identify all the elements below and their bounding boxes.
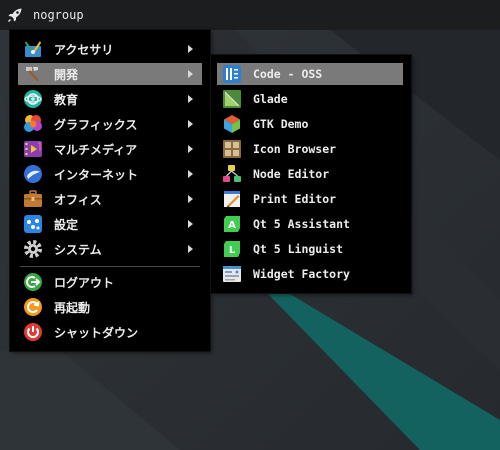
menu-item-label: 開発: [54, 67, 79, 82]
qt-assistant-icon: A: [222, 214, 242, 234]
menu-item-label: マルチメディア: [54, 142, 138, 157]
submenu-arrow-icon: [188, 145, 193, 153]
menu-item-internet[interactable]: インターネット: [18, 163, 202, 185]
menu-item-label: 教育: [54, 92, 79, 107]
menu-item-reboot[interactable]: 再起動: [18, 296, 202, 318]
submenu-arrow-icon: [188, 220, 193, 228]
menu-item-development[interactable]: 開発: [18, 63, 202, 85]
submenu-arrow-icon: [188, 120, 193, 128]
submenu-item-label: Print Editor: [253, 192, 337, 206]
logout-icon: [23, 272, 43, 292]
system-icon: [23, 239, 43, 259]
menu-item-label: 設定: [54, 217, 79, 232]
panel-title: nogroup: [33, 8, 84, 22]
menu-item-multimedia[interactable]: マルチメディア: [18, 138, 202, 160]
menu-item-accessories[interactable]: アクセサリ: [18, 38, 202, 60]
submenu-item-code-oss[interactable]: Code - OSS: [217, 63, 403, 85]
top-panel: nogroup: [0, 0, 500, 30]
development-submenu: Code - OSS Glade GTK Demo Icon Browser N…: [211, 55, 411, 293]
office-icon: [23, 189, 43, 209]
submenu-item-glade[interactable]: Glade: [217, 88, 403, 110]
menu-item-label: 再起動: [54, 300, 91, 315]
accessories-icon: [23, 39, 43, 59]
settings-icon: [23, 214, 43, 234]
menu-item-graphics[interactable]: グラフィックス: [18, 113, 202, 135]
submenu-arrow-icon: [188, 170, 193, 178]
submenu-item-widget-factory[interactable]: Widget Factory: [217, 263, 403, 285]
menu-separator: [20, 266, 200, 267]
submenu-item-gtk-demo[interactable]: GTK Demo: [217, 113, 403, 135]
print-editor-icon: [222, 189, 242, 209]
submenu-item-label: Widget Factory: [253, 267, 350, 281]
menu-item-office[interactable]: オフィス: [18, 188, 202, 210]
submenu-item-label: GTK Demo: [253, 117, 309, 131]
development-icon: [23, 64, 43, 84]
submenu-item-icon-browser[interactable]: Icon Browser: [217, 138, 403, 160]
menu-item-label: シャットダウン: [54, 325, 139, 340]
menu-item-label: ログアウト: [54, 275, 115, 290]
gtk-demo-icon: [222, 114, 242, 134]
submenu-item-label: Glade: [253, 92, 288, 106]
icon-browser-icon: [222, 139, 242, 159]
widget-factory-icon: [222, 264, 242, 284]
menu-item-logout[interactable]: ログアウト: [18, 271, 202, 293]
submenu-arrow-icon: [188, 245, 193, 253]
submenu-arrow-icon: [188, 95, 193, 103]
glade-icon: [222, 89, 242, 109]
submenu-item-node-editor[interactable]: Node Editor: [217, 163, 403, 185]
submenu-item-label: Qt 5 Linguist: [253, 242, 344, 256]
svg-text:L: L: [229, 245, 236, 256]
education-icon: [23, 89, 43, 109]
menu-item-label: アクセサリ: [54, 42, 114, 57]
submenu-item-label: Code - OSS: [253, 67, 323, 81]
menu-item-label: グラフィックス: [54, 117, 138, 132]
graphics-icon: [23, 114, 43, 134]
menu-item-label: オフィス: [54, 192, 102, 207]
submenu-item-qt-assistant[interactable]: A Qt 5 Assistant: [217, 213, 403, 235]
submenu-arrow-icon: [188, 70, 193, 78]
menu-item-education[interactable]: 教育: [18, 88, 202, 110]
menu-item-label: システム: [54, 242, 102, 257]
submenu-item-print-editor[interactable]: Print Editor: [217, 188, 403, 210]
menu-item-shutdown[interactable]: シャットダウン: [18, 321, 202, 343]
internet-icon: [23, 164, 43, 184]
code-oss-icon: [222, 64, 242, 84]
reboot-icon: [23, 297, 43, 317]
submenu-item-label: Node Editor: [253, 167, 330, 181]
svg-text:A: A: [228, 220, 236, 231]
multimedia-icon: [23, 139, 43, 159]
shutdown-icon: [23, 322, 43, 342]
rocket-icon[interactable]: [6, 6, 24, 24]
qt-linguist-icon: L: [222, 239, 242, 259]
submenu-item-qt-linguist[interactable]: L Qt 5 Linguist: [217, 238, 403, 260]
submenu-item-label: Qt 5 Assistant: [253, 217, 350, 231]
submenu-item-label: Icon Browser: [253, 142, 337, 156]
menu-item-settings[interactable]: 設定: [18, 213, 202, 235]
menu-item-system[interactable]: システム: [18, 238, 202, 260]
submenu-arrow-icon: [188, 45, 193, 53]
node-editor-icon: [222, 164, 242, 184]
submenu-arrow-icon: [188, 195, 193, 203]
application-menu: アクセサリ 開発 教育 グラフィックス マルチメディア インターネット オフィス…: [10, 30, 210, 351]
menu-item-label: インターネット: [54, 167, 139, 182]
